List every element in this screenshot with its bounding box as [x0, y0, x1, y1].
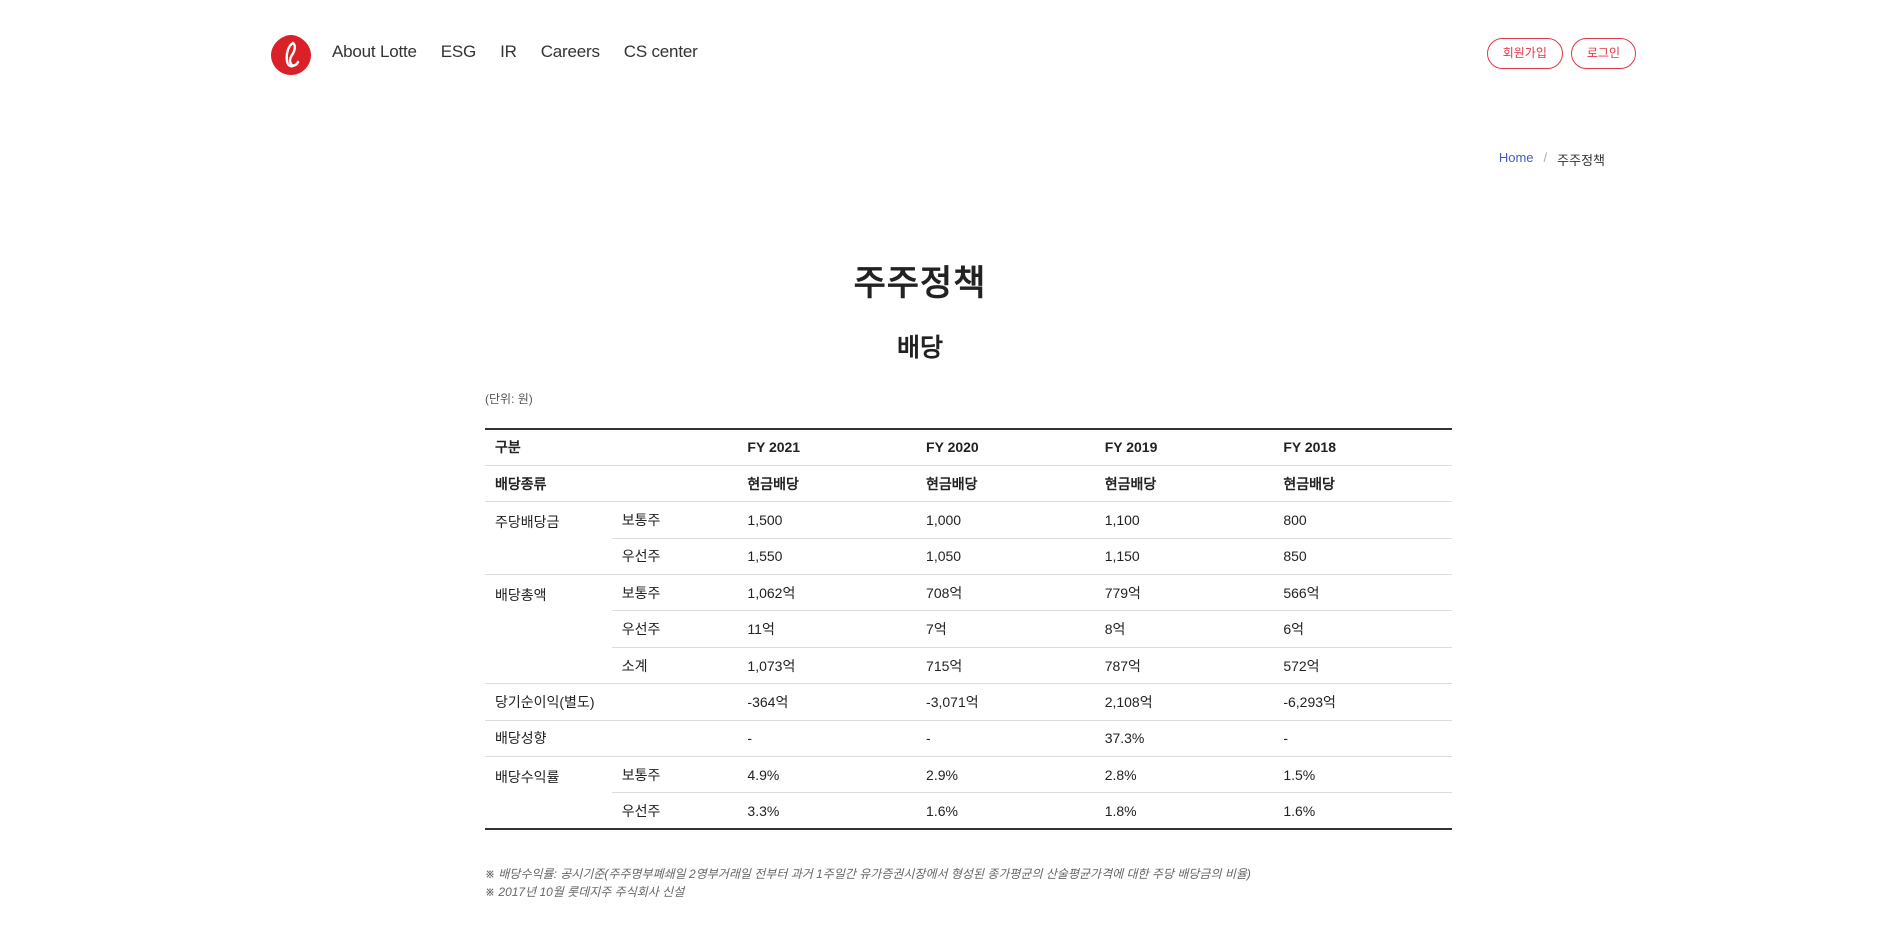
table-cell: 11억 [737, 610, 917, 648]
row-sub-label: 우선주 [611, 538, 738, 576]
table-cell: 787억 [1094, 647, 1274, 685]
nav-item-cs-center[interactable]: CS center [624, 42, 698, 62]
table-cell: 1,050 [916, 538, 1095, 576]
header-year: FY 2021 [747, 439, 801, 456]
table-row: 우선주 3.3% 1.6% 1.8% 1.6% [485, 792, 1452, 831]
table-header-row: 구분 FY 2021 FY 2020 FY 2019 FY 2018 [485, 429, 1452, 466]
table-cell: - [926, 730, 931, 747]
site-header: About Lotte ESG IR Careers CS center 회원가… [0, 0, 1902, 110]
table-row: 우선주 1,550 1,050 1,150 850 [485, 538, 1452, 576]
table-cell: 1,000 [916, 501, 1095, 539]
row-sub-label: 우선주 [611, 610, 738, 648]
table-cell: 708억 [916, 574, 1095, 612]
main-nav: About Lotte ESG IR Careers CS center [332, 42, 698, 62]
row-label: 배당성향 [495, 730, 547, 747]
row-sub-label: 소계 [611, 647, 738, 685]
table-row: 배당성향 - - 37.3% - [485, 720, 1452, 757]
breadcrumb-current: 주주정책 [1557, 153, 1605, 168]
lotte-logo-icon[interactable] [270, 34, 312, 76]
table-row: 당기순이익(별도) -364억 -3,071억 2,108억 -6,293억 [485, 684, 1452, 721]
table-cell: 1,500 [737, 501, 917, 539]
table-cell: 현금배당 [1283, 475, 1335, 492]
row-sub-label: 보통주 [611, 501, 738, 539]
table-cell: 1,062억 [737, 574, 917, 612]
table-cell: 779억 [1094, 574, 1274, 612]
table-cell: -6,293억 [1283, 693, 1336, 710]
table-cell: 850 [1273, 538, 1452, 576]
table-row: 소계 1,073억 715억 787억 572억 [485, 647, 1452, 685]
table-cell: 2.8% [1094, 756, 1274, 794]
header-year: FY 2018 [1283, 439, 1336, 456]
table-cell: - [747, 730, 753, 747]
row-group-label: 배당총액 [485, 574, 612, 685]
table-cell: 1.6% [1273, 792, 1452, 831]
section-title: 배당 [896, 334, 943, 362]
table-row: 배당총액 보통주 1,062억 708억 779억 566억 [485, 574, 1452, 685]
row-sub-label: 보통주 [611, 574, 738, 612]
table-cell: 현금배당 [926, 475, 978, 492]
table-cell: 8억 [1094, 610, 1274, 648]
table-cell: 4.9% [737, 756, 917, 794]
table-row: 배당종류 현금배당 현금배당 현금배당 현금배당 [485, 465, 1452, 502]
unit-label: (단위: 원) [485, 392, 533, 406]
row-group-label: 주당배당금 [485, 501, 612, 576]
table-row: 배당수익률 보통주 4.9% 2.9% 2.8% 1.5% [485, 756, 1452, 831]
table-cell: 1.5% [1273, 756, 1452, 794]
row-sub-label: 보통주 [611, 756, 738, 794]
table-cell: 현금배당 [1104, 475, 1157, 492]
table-cell: 3.3% [737, 792, 917, 831]
table-row: 우선주 11억 7억 8억 6억 [485, 610, 1452, 648]
header-label: 구분 [495, 439, 521, 456]
footnotes: ※ 배당수익률: 공시기준(주주명부폐쇄일 2영부거래일 전부터 과거 1주일간… [485, 865, 1251, 901]
nav-item-esg[interactable]: ESG [441, 42, 477, 62]
signup-button[interactable]: 회원가입 [1486, 38, 1563, 69]
table-cell: 37.3% [1104, 730, 1145, 747]
header-year: FY 2020 [926, 439, 979, 456]
table-cell: 715억 [916, 647, 1095, 685]
footnote: ※ 2017년 10월 롯데지주 주식회사 신설 [485, 885, 685, 899]
table-cell: 1,100 [1094, 501, 1274, 539]
table-cell: 2.9% [916, 756, 1095, 794]
breadcrumb-home-link[interactable]: Home [1499, 150, 1534, 169]
page-title: 주주정책 [853, 264, 987, 303]
breadcrumb-separator: / [1543, 150, 1548, 165]
nav-item-about-lotte[interactable]: About Lotte [332, 42, 417, 62]
auth-buttons: 회원가입 로그인 [1486, 38, 1636, 69]
row-label: 당기순이익(별도) [495, 693, 595, 710]
table-cell: -364억 [747, 693, 789, 710]
table-cell: 7억 [916, 610, 1095, 648]
nav-item-ir[interactable]: IR [500, 42, 517, 62]
footnote: ※ 배당수익률: 공시기준(주주명부폐쇄일 2영부거래일 전부터 과거 1주일간… [485, 867, 1251, 881]
table-row: 주당배당금 보통주 1,500 1,000 1,100 800 [485, 501, 1452, 576]
table-cell: 2,108억 [1104, 693, 1153, 710]
table-cell: 현금배당 [747, 475, 799, 492]
dividend-table: 구분 FY 2021 FY 2020 FY 2019 FY 2018 배당종류 … [485, 428, 1452, 831]
row-sub-label: 우선주 [611, 792, 738, 831]
row-group-label: 배당수익률 [485, 756, 612, 831]
table-cell: 1.8% [1094, 792, 1274, 831]
login-button[interactable]: 로그인 [1570, 38, 1636, 69]
table-cell: - [1283, 730, 1288, 747]
table-cell: 572억 [1273, 647, 1452, 685]
table-cell: 6억 [1273, 610, 1452, 648]
nav-item-careers[interactable]: Careers [541, 42, 600, 62]
breadcrumb: Home / 주주정책 [1499, 150, 1605, 169]
table-cell: 1,550 [737, 538, 917, 576]
table-cell: 566억 [1273, 574, 1452, 612]
header-year: FY 2019 [1104, 439, 1158, 456]
table-cell: 1,073억 [737, 647, 917, 685]
row-label: 배당종류 [495, 475, 547, 492]
table-cell: 1,150 [1094, 538, 1274, 576]
table-cell: -3,071억 [926, 693, 979, 710]
table-cell: 1.6% [916, 792, 1095, 831]
table-cell: 800 [1273, 501, 1452, 539]
